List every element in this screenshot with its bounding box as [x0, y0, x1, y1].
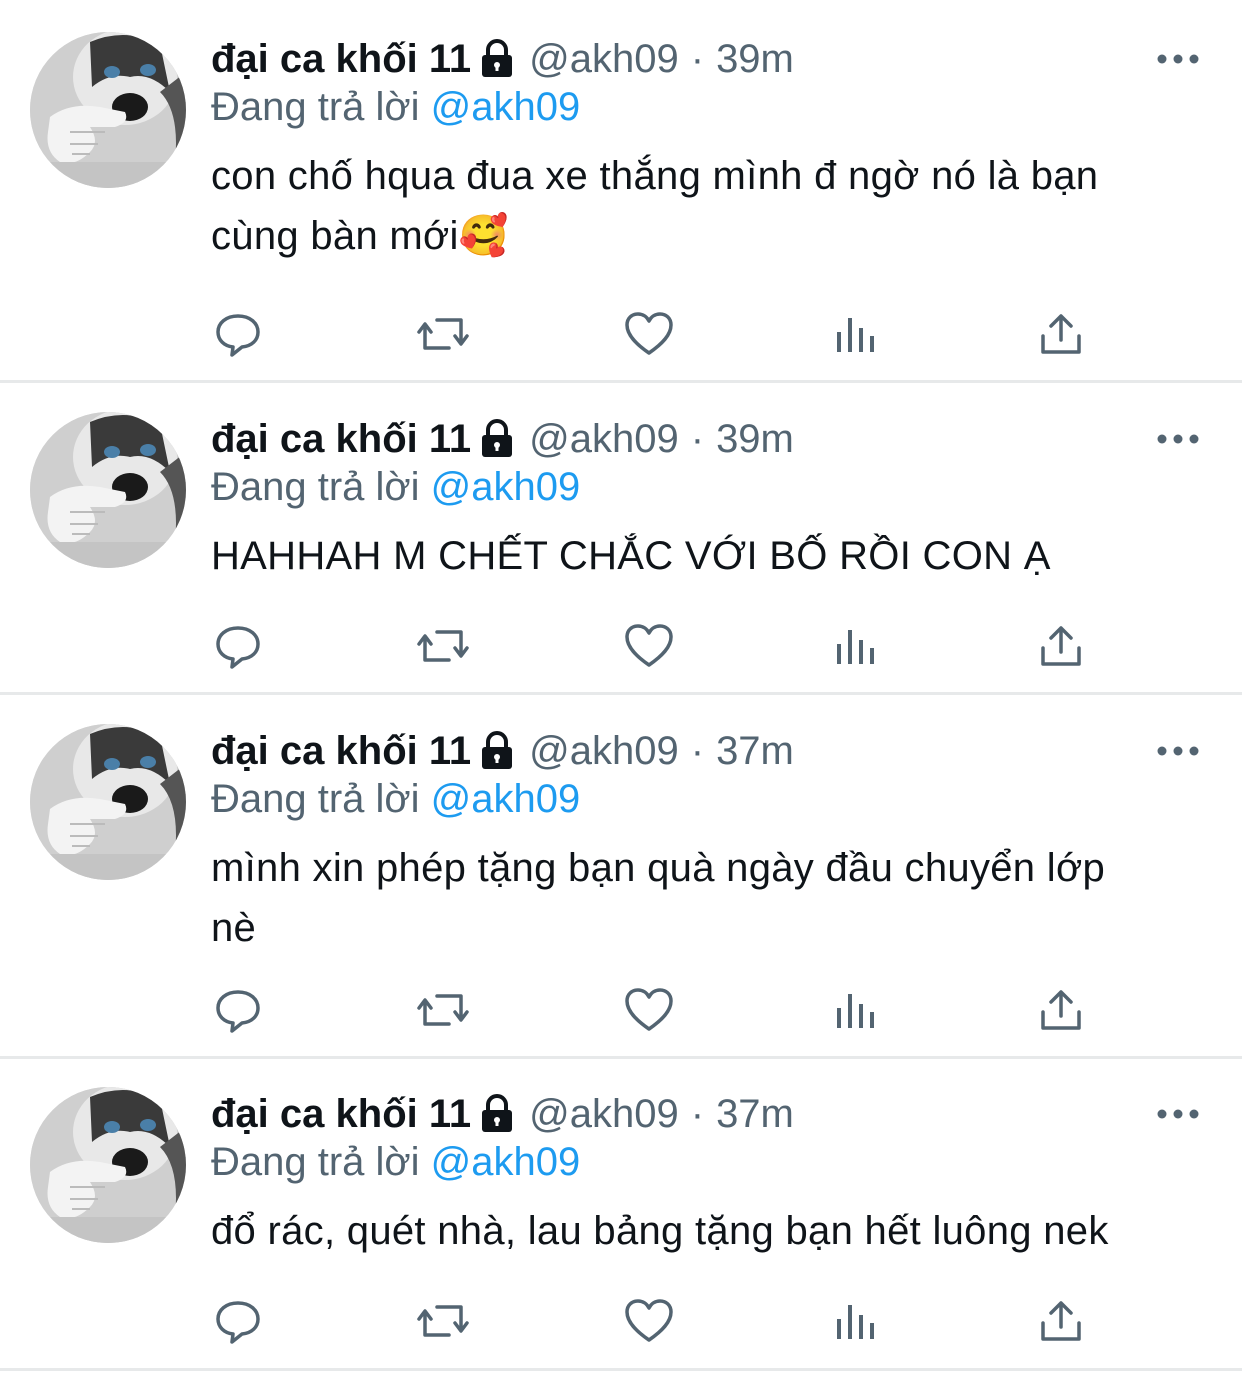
avatar[interactable]: [30, 412, 186, 568]
divider: [0, 1368, 1242, 1371]
tweet-1[interactable]: đại ca khối 11 @akh09 · 39m Đang trả lời…: [0, 32, 1242, 382]
more-options-icon[interactable]: [1150, 1099, 1206, 1129]
separator: ·: [690, 729, 705, 773]
divider: [0, 692, 1242, 695]
avatar[interactable]: [30, 724, 186, 880]
replying-to: Đang trả lời @akh09: [211, 772, 580, 826]
timestamp[interactable]: 37m: [716, 724, 794, 778]
tweet-text-line: HAHHAH M CHẾT CHẮC VỚI BỐ RỒI CON Ạ: [211, 534, 1051, 578]
replying-to: Đang trả lời @akh09: [211, 1135, 580, 1189]
handle[interactable]: @akh09: [529, 1087, 679, 1141]
share-icon[interactable]: [1031, 980, 1091, 1040]
replying-prefix: Đang trả lời: [211, 777, 420, 821]
lock-icon: [479, 731, 515, 771]
analytics-icon[interactable]: [826, 304, 886, 364]
separator: ·: [690, 1092, 705, 1136]
tweet-text-line: mình xin phép tặng bạn quà ngày đầu chuy…: [211, 846, 1106, 890]
timestamp[interactable]: 39m: [716, 412, 794, 466]
retweet-icon[interactable]: [413, 304, 473, 364]
tweet-text-line: cùng bàn mới🥰: [211, 214, 509, 258]
mention-link[interactable]: @akh09: [431, 777, 581, 821]
like-icon[interactable]: [619, 616, 679, 676]
retweet-icon[interactable]: [413, 980, 473, 1040]
tweet-4[interactable]: đại ca khối 11 @akh09 · 37m Đang trả lời…: [0, 1087, 1242, 1369]
more-options-icon[interactable]: [1150, 44, 1206, 74]
tweet-header: đại ca khối 11 @akh09 · 39m: [211, 32, 794, 86]
replying-prefix: Đang trả lời: [211, 465, 420, 509]
reply-icon[interactable]: [208, 980, 268, 1040]
tweet-2[interactable]: đại ca khối 11 @akh09 · 39m Đang trả lời…: [0, 412, 1242, 694]
action-bar: [0, 1291, 1242, 1351]
replying-prefix: Đang trả lời: [211, 85, 420, 129]
mention-link[interactable]: @akh09: [431, 85, 581, 129]
handle[interactable]: @akh09: [529, 32, 679, 86]
handle[interactable]: @akh09: [529, 412, 679, 466]
divider: [0, 380, 1242, 383]
retweet-icon[interactable]: [413, 1291, 473, 1351]
action-bar: [0, 616, 1242, 676]
lock-icon: [479, 419, 515, 459]
display-name[interactable]: đại ca khối 11: [211, 724, 471, 778]
display-name[interactable]: đại ca khối 11: [211, 32, 471, 86]
analytics-icon[interactable]: [826, 616, 886, 676]
more-options-icon[interactable]: [1150, 424, 1206, 454]
action-bar: [0, 304, 1242, 364]
more-options-icon[interactable]: [1150, 736, 1206, 766]
action-bar: [0, 980, 1242, 1040]
analytics-icon[interactable]: [826, 1291, 886, 1351]
like-icon[interactable]: [619, 1291, 679, 1351]
tweet-text: mình xin phép tặng bạn quà ngày đầu chuy…: [211, 838, 1201, 958]
replying-prefix: Đang trả lời: [211, 1140, 420, 1184]
tweet-text-line: con chố hqua đua xe thắng mình đ ngờ nó …: [211, 154, 1099, 198]
tweet-text-line: đổ rác, quét nhà, lau bảng tặng bạn hết …: [211, 1209, 1109, 1253]
avatar[interactable]: [30, 32, 186, 188]
tweet-text: đổ rác, quét nhà, lau bảng tặng bạn hết …: [211, 1201, 1201, 1261]
display-name[interactable]: đại ca khối 11: [211, 412, 471, 466]
like-icon[interactable]: [619, 980, 679, 1040]
reply-icon[interactable]: [208, 616, 268, 676]
share-icon[interactable]: [1031, 304, 1091, 364]
tweet-text-line: nè: [211, 906, 257, 950]
tweet-header: đại ca khối 11 @akh09 · 37m: [211, 724, 794, 778]
share-icon[interactable]: [1031, 616, 1091, 676]
tweet-header: đại ca khối 11 @akh09 · 39m: [211, 412, 794, 466]
like-icon[interactable]: [619, 304, 679, 364]
share-icon[interactable]: [1031, 1291, 1091, 1351]
lock-icon: [479, 1094, 515, 1134]
divider: [0, 1056, 1242, 1059]
avatar[interactable]: [30, 1087, 186, 1243]
retweet-icon[interactable]: [413, 616, 473, 676]
handle[interactable]: @akh09: [529, 724, 679, 778]
replying-to: Đang trả lời @akh09: [211, 80, 580, 134]
timestamp[interactable]: 39m: [716, 32, 794, 86]
display-name[interactable]: đại ca khối 11: [211, 1087, 471, 1141]
tweet-text: HAHHAH M CHẾT CHẮC VỚI BỐ RỒI CON Ạ: [211, 526, 1201, 586]
reply-icon[interactable]: [208, 304, 268, 364]
timestamp[interactable]: 37m: [716, 1087, 794, 1141]
tweet-3[interactable]: đại ca khối 11 @akh09 · 37m Đang trả lời…: [0, 724, 1242, 1058]
lock-icon: [479, 39, 515, 79]
replying-to: Đang trả lời @akh09: [211, 460, 580, 514]
analytics-icon[interactable]: [826, 980, 886, 1040]
separator: ·: [690, 37, 705, 81]
mention-link[interactable]: @akh09: [431, 465, 581, 509]
separator: ·: [690, 417, 705, 461]
tweet-text: con chố hqua đua xe thắng mình đ ngờ nó …: [211, 146, 1201, 266]
reply-icon[interactable]: [208, 1291, 268, 1351]
tweet-header: đại ca khối 11 @akh09 · 37m: [211, 1087, 794, 1141]
mention-link[interactable]: @akh09: [431, 1140, 581, 1184]
